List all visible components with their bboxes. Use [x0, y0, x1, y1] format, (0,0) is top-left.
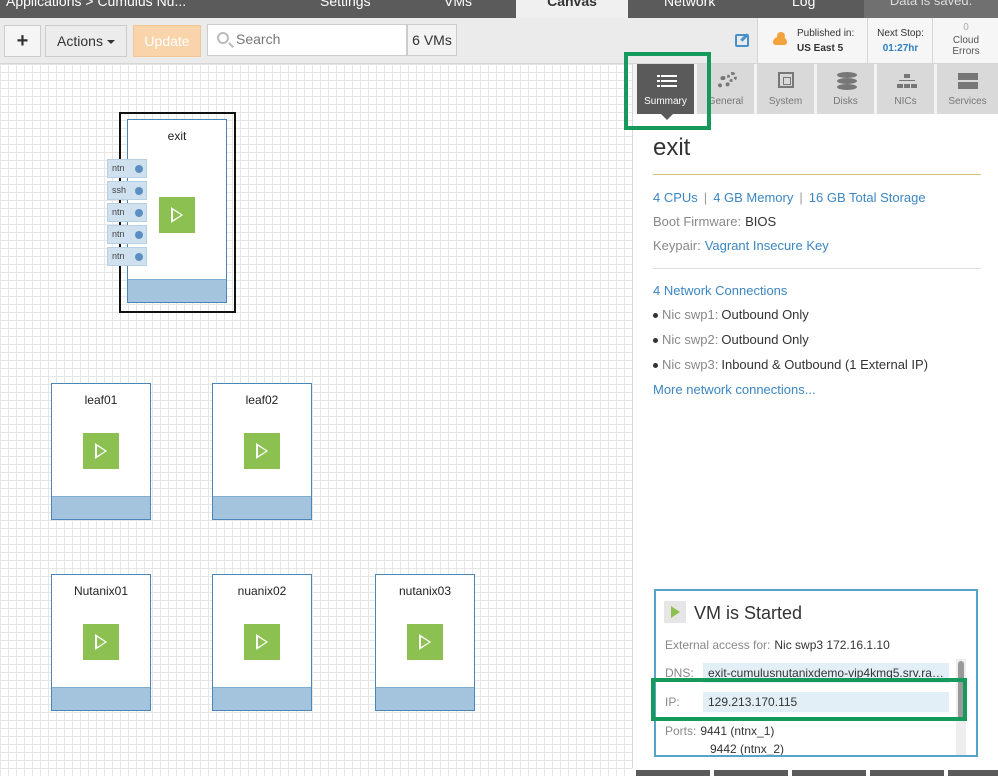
vm-footer [213, 687, 311, 710]
play-icon[interactable] [159, 197, 195, 233]
add-button[interactable]: + [4, 25, 41, 57]
search-input[interactable] [236, 31, 396, 47]
tab-system[interactable]: System [757, 64, 815, 114]
divider [653, 268, 981, 269]
bottom-tabs [632, 768, 998, 776]
highlight-summary-tab [624, 52, 711, 130]
search-box[interactable] [207, 24, 407, 56]
tab-nics[interactable]: NICs [877, 64, 935, 114]
tab-canvas[interactable]: Canvas [516, 0, 628, 18]
cloud-errors-label: Cloud [952, 35, 980, 46]
cloud-icon [773, 32, 787, 45]
vm-node-nutanix03[interactable]: nutanix03 [375, 574, 475, 711]
nic-port[interactable]: ntn [107, 225, 147, 244]
published-label: Published in: [797, 28, 855, 39]
actions-dropdown[interactable]: Actions [45, 25, 127, 57]
tab-log[interactable]: Log [792, 0, 815, 9]
tab-network[interactable]: Network [664, 0, 715, 9]
vm-footer [376, 687, 474, 710]
breadcrumb[interactable]: Applications > Cumulus Nu... [6, 0, 186, 9]
network-icon [897, 72, 917, 90]
memory-link[interactable]: 4 GB Memory [713, 190, 793, 205]
highlight-ip [651, 678, 967, 721]
vm-name: leaf01 [84, 393, 118, 407]
edit-icon[interactable] [735, 34, 749, 47]
server-icon [958, 72, 978, 90]
play-icon [664, 601, 686, 623]
port-entry: 9442 (ntnx_2) [710, 742, 785, 756]
vm-node-nutanix01[interactable]: Nutanix01 [51, 574, 151, 711]
external-access: External access for: Nic swp3 172.16.1.10 [665, 638, 890, 652]
vm-name: exit [167, 129, 187, 143]
nic-info: Nic swp1: Outbound Only [653, 307, 809, 322]
keypair: Keypair: Vagrant Insecure Key [653, 238, 829, 253]
vm-node-nuanix02[interactable]: nuanix02 [212, 574, 312, 711]
nic-port[interactable]: ntn [107, 203, 147, 222]
vm-status-title: VM is Started [694, 603, 803, 623]
tab-settings[interactable]: Settings [320, 0, 371, 9]
cloud-errors-panel[interactable]: 0 Cloud Errors [932, 18, 998, 63]
vm-name: nuanix02 [237, 584, 287, 598]
published-panel[interactable]: Published in: US East 5 [757, 18, 867, 63]
vm-footer [128, 279, 226, 302]
vm-footer [52, 496, 150, 519]
toolbar: + Actions Update 6 VMs Published in: US … [0, 18, 998, 64]
nic-info: Nic swp2: Outbound Only [653, 332, 809, 347]
vm-count: 6 VMs [407, 24, 457, 56]
top-nav: Applications > Cumulus Nu... Settings VM… [0, 0, 998, 18]
chip-icon [778, 72, 794, 88]
vm-name: Nutanix01 [73, 584, 129, 598]
nic-info: Nic swp3: Inbound & Outbound (1 External … [653, 357, 928, 372]
bottom-tab[interactable] [870, 770, 944, 776]
nic-port[interactable]: ntn [107, 159, 147, 178]
search-icon [217, 32, 229, 44]
disk-icon [837, 72, 857, 90]
network-connections-link[interactable]: 4 Network Connections [653, 283, 787, 298]
update-button[interactable]: Update [133, 25, 201, 57]
more-network-link[interactable]: More network connections... [653, 382, 816, 397]
caret-down-icon [106, 40, 115, 45]
nic-port[interactable]: ntn [107, 247, 147, 266]
bottom-tab[interactable] [792, 770, 866, 776]
actions-label: Actions [57, 33, 103, 49]
bottom-tab[interactable] [714, 770, 788, 776]
canvas[interactable]: exit ntn ssh ntn ntn ntn leaf01 leaf02 N… [0, 64, 632, 776]
next-stop-panel[interactable]: Next Stop: 01:27hr [867, 18, 932, 63]
tab-disks[interactable]: Disks [817, 64, 875, 114]
play-icon[interactable] [244, 433, 280, 469]
play-icon[interactable] [83, 624, 119, 660]
keypair-link[interactable]: Vagrant Insecure Key [705, 238, 829, 253]
save-status: Data is saved. [864, 0, 998, 18]
tab-vms[interactable]: VMs [444, 0, 472, 9]
cloud-errors-label-2: Errors [952, 46, 980, 57]
nic-port[interactable]: ssh [107, 181, 147, 200]
vm-specs: 4 CPUs | 4 GB Memory | 16 GB Total Storage [653, 190, 926, 205]
play-icon[interactable] [244, 624, 280, 660]
play-icon[interactable] [407, 624, 443, 660]
vm-footer [213, 496, 311, 519]
vm-name: nutanix03 [398, 584, 452, 598]
tab-services[interactable]: Services [937, 64, 998, 114]
bottom-tab[interactable] [948, 770, 998, 776]
storage-link[interactable]: 16 GB Total Storage [809, 190, 926, 205]
vm-node-leaf01[interactable]: leaf01 [51, 383, 151, 520]
next-stop-label: Next Stop: [877, 28, 924, 39]
next-stop-value: 01:27hr [882, 43, 919, 54]
cloud-errors-count: 0 [963, 22, 969, 33]
bottom-tab[interactable] [636, 770, 710, 776]
ports: Ports: 9441 (ntnx_1) [665, 724, 775, 738]
published-region: US East 5 [797, 43, 844, 54]
gear-icon [717, 72, 737, 90]
vm-node-leaf02[interactable]: leaf02 [212, 383, 312, 520]
cpu-link[interactable]: 4 CPUs [653, 190, 698, 205]
boot-firmware: Boot Firmware: BIOS [653, 214, 777, 229]
vm-status-box: VM is Started External access for: Nic sw… [654, 589, 978, 757]
vm-footer [52, 687, 150, 710]
vm-name: leaf02 [245, 393, 279, 407]
divider [653, 174, 981, 175]
play-icon[interactable] [83, 433, 119, 469]
vm-title: exit [653, 134, 691, 161]
